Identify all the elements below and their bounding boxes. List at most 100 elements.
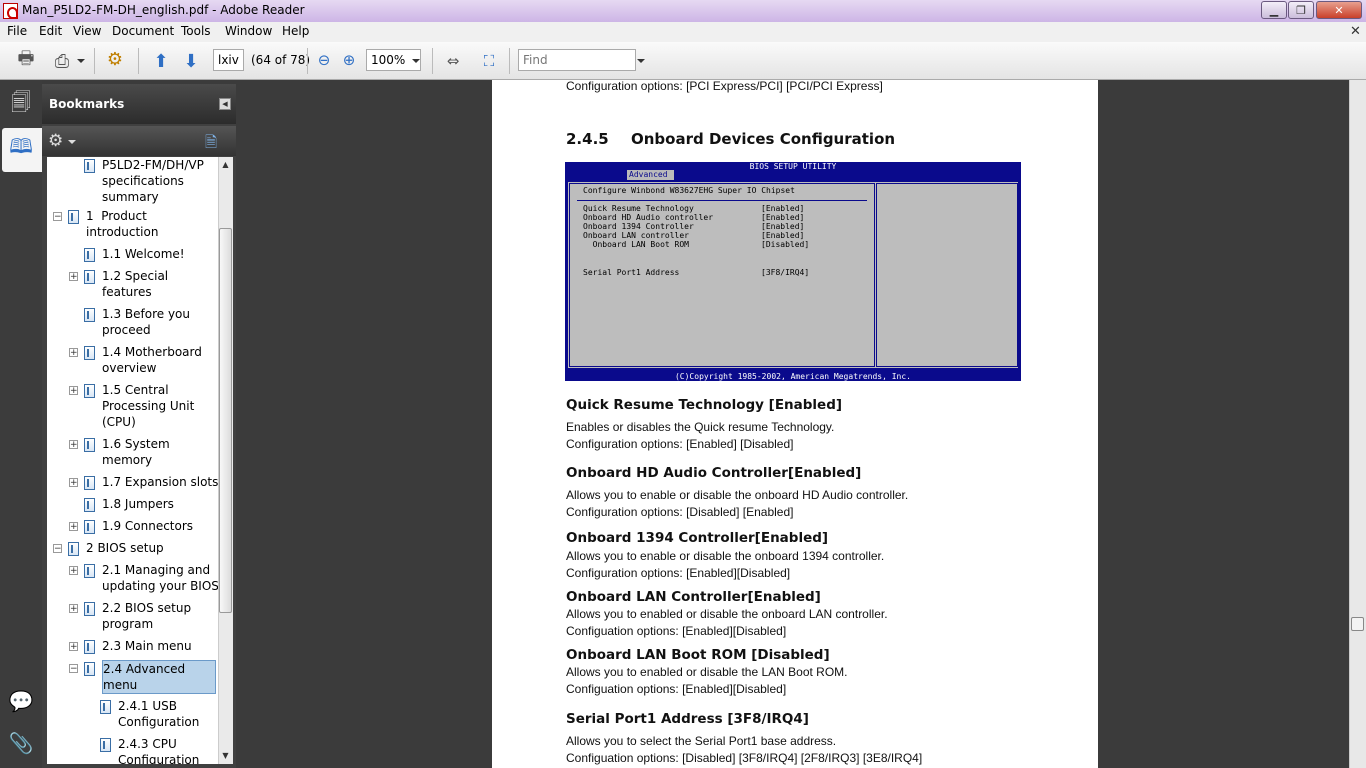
bookmark-icon <box>84 346 95 360</box>
gear-icon[interactable]: ⚙ <box>48 131 63 151</box>
collapse-panel-button[interactable]: ◀ <box>219 98 231 110</box>
bookmarks-scroll-thumb[interactable] <box>219 228 232 613</box>
bookmark-item[interactable]: 1.3 Before you proceed <box>102 306 190 338</box>
bios-option-value: [Enabled] <box>761 231 805 240</box>
option-description: Allows you to enabled or disable the onb… <box>566 607 888 621</box>
option-description: Allows you to select the Serial Port1 ba… <box>566 734 837 748</box>
options-dropdown-caret[interactable] <box>68 140 76 144</box>
bios-help-pane <box>876 183 1018 367</box>
bookmark-item[interactable]: 2.2 BIOS setup program <box>102 600 191 632</box>
bookmark-item[interactable]: 1.5 Central Processing Unit (CPU) <box>102 382 194 430</box>
menu-edit[interactable]: Edit <box>39 24 62 38</box>
expand-icon[interactable]: + <box>69 386 78 396</box>
bookmark-item[interactable]: 1.7 Expansion slots <box>102 474 218 490</box>
toolbar <box>0 42 1366 80</box>
bookmark-item[interactable]: 1 Product introduction <box>86 208 158 240</box>
expand-icon[interactable]: + <box>69 566 78 576</box>
comments-icon[interactable]: 💬 <box>7 686 35 716</box>
bookmark-icon <box>84 662 95 676</box>
bookmark-item[interactable]: 2.4 Advanced menu <box>102 660 216 694</box>
menu-document[interactable]: Document <box>112 24 174 38</box>
toolbar-separator <box>94 48 95 74</box>
option-values: Configuration options: [Disabled] [Enabl… <box>566 505 794 519</box>
zoom-in-icon[interactable]: ⊕ <box>338 49 360 71</box>
collapse-icon[interactable]: − <box>53 544 62 554</box>
previous-page-icon[interactable]: ⬆ <box>150 50 172 72</box>
navigation-rail <box>0 80 42 768</box>
bookmark-icon <box>84 602 95 616</box>
fit-page-icon[interactable]: ⛶ <box>478 50 500 72</box>
bookmark-icon <box>84 159 95 173</box>
option-values: Configuration options: [Enabled][Disable… <box>566 566 791 580</box>
section-number: 2.4.5 <box>566 130 609 148</box>
print-icon[interactable]: 🖶 <box>15 48 37 72</box>
collapse-icon[interactable]: − <box>53 212 62 222</box>
scroll-up-icon[interactable]: ▲ <box>219 158 232 170</box>
bookmarks-icon[interactable]: 🕮 <box>7 134 35 164</box>
menu-file[interactable]: File <box>7 24 27 38</box>
maximize-button[interactable]: ❐ <box>1288 1 1314 19</box>
bookmark-item[interactable]: 1.4 Motherboard overview <box>102 344 202 376</box>
collapse-icon[interactable]: − <box>69 664 78 674</box>
find-dropdown-caret[interactable] <box>637 59 645 63</box>
option-heading: Serial Port1 Address [3F8/IRQ4] <box>566 711 809 727</box>
expand-icon[interactable]: + <box>69 604 78 614</box>
new-bookmark-icon[interactable]: 🗎 <box>205 132 227 151</box>
zoom-dropdown-caret[interactable] <box>412 59 420 63</box>
menu-tools[interactable]: Tools <box>181 24 211 38</box>
attachments-icon[interactable]: 📎 <box>7 728 35 758</box>
expand-icon[interactable]: + <box>69 642 78 652</box>
expand-icon[interactable]: + <box>69 478 78 488</box>
bookmark-item[interactable]: 2.4.3 CPU Configuration <box>118 736 199 764</box>
menu-window[interactable]: Window <box>225 24 272 38</box>
bios-heading: Configure Winbond W83627EHG Super IO Chi… <box>583 186 795 195</box>
create-dropdown-caret[interactable] <box>77 59 85 63</box>
option-values: Configuation options: [Disabled] [3F8/IR… <box>566 751 923 765</box>
document-close-icon[interactable]: ✕ <box>1350 24 1361 39</box>
menu-view[interactable]: View <box>73 24 101 38</box>
option-description: Allows you to enable or disable the onbo… <box>566 488 909 502</box>
expand-icon[interactable]: + <box>69 348 78 358</box>
bios-option-value: [Disabled] <box>761 240 810 249</box>
pages-panel-icon[interactable]: 🗐 <box>7 90 35 120</box>
close-button[interactable]: ✕ <box>1316 1 1362 19</box>
bios-option-name: Quick Resume Technology <box>583 204 694 213</box>
zoom-out-icon[interactable]: ⊖ <box>313 49 335 71</box>
bookmark-icon <box>84 308 95 322</box>
bookmark-item[interactable]: 1.6 System memory <box>102 436 170 468</box>
bios-option-name: Onboard LAN Boot ROM <box>583 240 689 249</box>
fit-width-icon[interactable]: ⇔ <box>442 50 464 72</box>
find-input[interactable]: Find <box>518 49 636 71</box>
expand-icon[interactable]: + <box>69 272 78 282</box>
next-page-icon[interactable]: ⬇ <box>180 50 202 72</box>
minimize-icon: ▁ <box>1269 3 1279 17</box>
bookmark-item[interactable]: 1.8 Jumpers <box>102 496 174 512</box>
option-description: Enables or disables the Quick resume Tec… <box>566 420 835 434</box>
bookmark-icon <box>84 564 95 578</box>
expand-icon[interactable]: + <box>69 522 78 532</box>
bookmark-item[interactable]: 2.1 Managing and updating your BIOS <box>102 562 218 594</box>
menu-help[interactable]: Help <box>282 24 309 38</box>
bookmark-item[interactable]: 2.3 Main menu <box>102 638 192 654</box>
bookmark-item[interactable]: 2 BIOS setup <box>86 540 164 556</box>
document-scroll-thumb[interactable] <box>1351 617 1364 631</box>
page-number-input[interactable]: lxiv <box>213 49 244 71</box>
page-count: (64 of 78) <box>251 53 311 67</box>
bios-option-value: [Enabled] <box>761 204 805 213</box>
bookmark-item[interactable]: P5LD2-FM/DH/VP specifications summary <box>102 157 204 205</box>
bookmark-icon <box>84 520 95 534</box>
create-pdf-icon[interactable]: ⎙ <box>51 50 73 72</box>
collaborate-icon[interactable]: ⚙ <box>104 48 126 70</box>
bookmark-item[interactable]: 1.1 Welcome! <box>102 246 185 262</box>
minimize-button[interactable]: ▁ <box>1261 1 1287 19</box>
expand-icon[interactable]: + <box>69 440 78 450</box>
option-values: Configuation options: [Enabled][Disabled… <box>566 682 787 696</box>
bookmark-item[interactable]: 1.2 Special features <box>102 268 168 300</box>
document-scrollbar[interactable] <box>1349 80 1366 768</box>
bookmark-item[interactable]: 2.4.1 USB Configuration <box>118 698 199 730</box>
bookmark-icon <box>84 640 95 654</box>
scroll-down-icon[interactable]: ▼ <box>219 749 232 761</box>
bookmark-item[interactable]: 1.9 Connectors <box>102 518 193 534</box>
bookmarks-tree: P5LD2-FM/DH/VP specifications summary − 1 … <box>47 157 218 764</box>
chevron-left-icon: ◀ <box>222 100 228 108</box>
